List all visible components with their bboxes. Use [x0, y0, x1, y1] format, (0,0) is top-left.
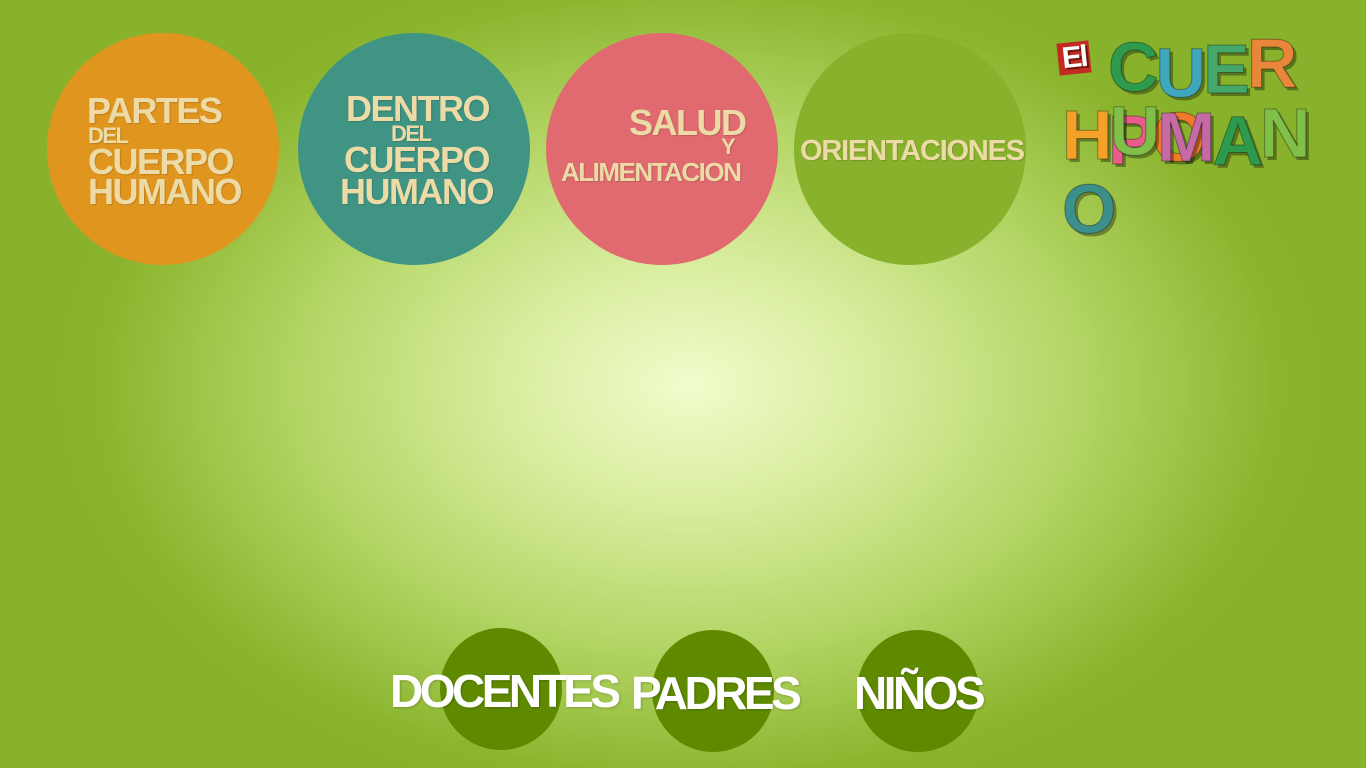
logo-letter: H: [1062, 96, 1114, 174]
padres-button[interactable]: PADRES: [631, 670, 802, 716]
logo-letter: R: [1246, 24, 1298, 102]
logo-letter: U: [1109, 92, 1161, 170]
ninos-button[interactable]: NIÑOS: [854, 670, 986, 716]
salud-line2: Y: [721, 134, 736, 159]
docentes-button[interactable]: DOCENTES: [390, 668, 621, 714]
logo-letter: M: [1157, 98, 1216, 176]
logo-letter: A: [1212, 102, 1264, 180]
logo-letter: N: [1260, 94, 1312, 172]
logo-letter: E: [1203, 30, 1251, 108]
salud-y-alimentacion-button[interactable]: SALUD Y ALIMENTACION: [546, 33, 778, 265]
orientaciones-button[interactable]: ORIENTACIONES: [794, 33, 1026, 265]
dentro-del-cuerpo-humano-button[interactable]: DENTRO DEL CUERPO HUMANO: [298, 33, 530, 265]
orientaciones-label: ORIENTACIONES: [800, 135, 1025, 167]
dentro-line4: HUMANO: [340, 171, 494, 212]
logo-word-humano: HUMAN O: [1061, 94, 1330, 245]
partes-del-cuerpo-humano-button[interactable]: PARTES DEL CUERPO HUMANO: [47, 33, 279, 265]
partes-line4: HUMANO: [88, 171, 242, 212]
logo-el: El: [1056, 40, 1092, 76]
logo-letter: O: [1061, 170, 1116, 248]
salud-line3: ALIMENTACION: [561, 157, 742, 187]
el-cuerpo-humano-logo: El CUERPO HUMANO: [1050, 24, 1330, 245]
